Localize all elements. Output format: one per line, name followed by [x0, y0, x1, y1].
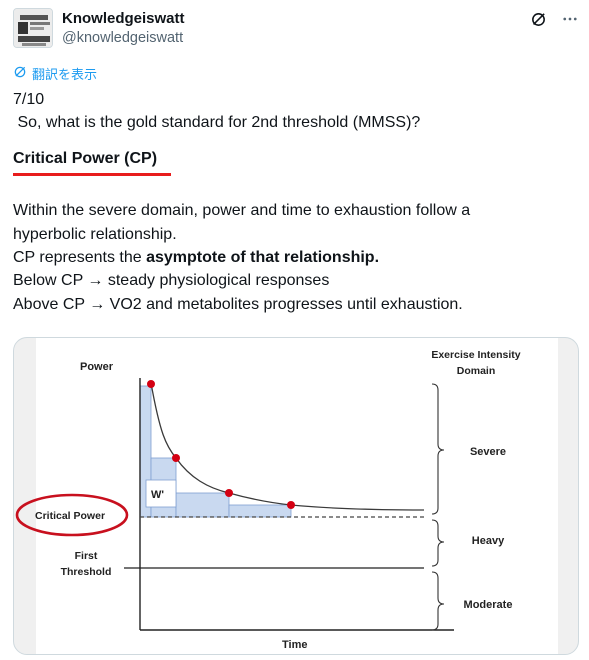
section-heading: Critical Power (CP): [13, 147, 171, 177]
domain-moderate: Moderate: [464, 599, 513, 611]
avatar[interactable]: [13, 8, 53, 48]
curve-point: [225, 489, 233, 497]
post-counter: 7/10: [13, 91, 45, 108]
curve-point: [172, 454, 180, 462]
x-axis-label: Time: [282, 639, 307, 651]
first-threshold-label-2: Threshold: [61, 566, 112, 578]
more-icon[interactable]: [561, 10, 579, 28]
para1-line1: Within the severe domain, power and time…: [13, 202, 471, 220]
para3: Below CP → steady physiological response…: [13, 272, 330, 290]
heading-underline: [13, 173, 171, 177]
grok-icon[interactable]: [530, 11, 547, 28]
domain-title-1: Exercise Intensity: [431, 349, 520, 361]
para4: Above CP → VO2 and metabolites progresse…: [13, 295, 463, 313]
translate-icon: [13, 65, 27, 82]
post-question: So, what is the gold standard for 2nd th…: [13, 114, 421, 132]
heading-text: Critical Power (CP): [13, 149, 158, 167]
translate-label: 翻訳を表示: [32, 67, 98, 82]
critical-power-label: Critical Power: [35, 510, 105, 522]
post-text: 7/10 So, what is the gold standard for 2…: [13, 88, 579, 316]
para2: CP represents the asymptote of that rela…: [13, 246, 579, 269]
translate-link[interactable]: 翻訳を表示: [13, 64, 97, 83]
media-card[interactable]: W' Power Time Critical Power First Thres…: [13, 337, 579, 655]
first-threshold-label-1: First: [75, 550, 98, 562]
para1-line2: hyperbolic relationship.: [13, 225, 177, 243]
para2-bold: asymptote of that relationship.: [146, 249, 380, 267]
author-name[interactable]: Knowledgeiswatt: [62, 10, 185, 27]
para2-prefix: CP represents the: [13, 249, 147, 267]
w-prime-label: W': [151, 489, 164, 501]
post-header: Knowledgeiswatt @knowledgeiswatt: [13, 6, 579, 50]
author-handle[interactable]: @knowledgeiswatt: [62, 30, 183, 46]
domain-severe: Severe: [470, 446, 506, 458]
exercise-domain-figure: W' Power Time Critical Power First Thres…: [15, 338, 558, 654]
domain-heavy: Heavy: [472, 535, 505, 547]
y-axis-label: Power: [80, 361, 114, 373]
domain-title-2: Domain: [457, 365, 496, 377]
curve-point: [147, 380, 155, 388]
curve-point: [287, 501, 295, 509]
